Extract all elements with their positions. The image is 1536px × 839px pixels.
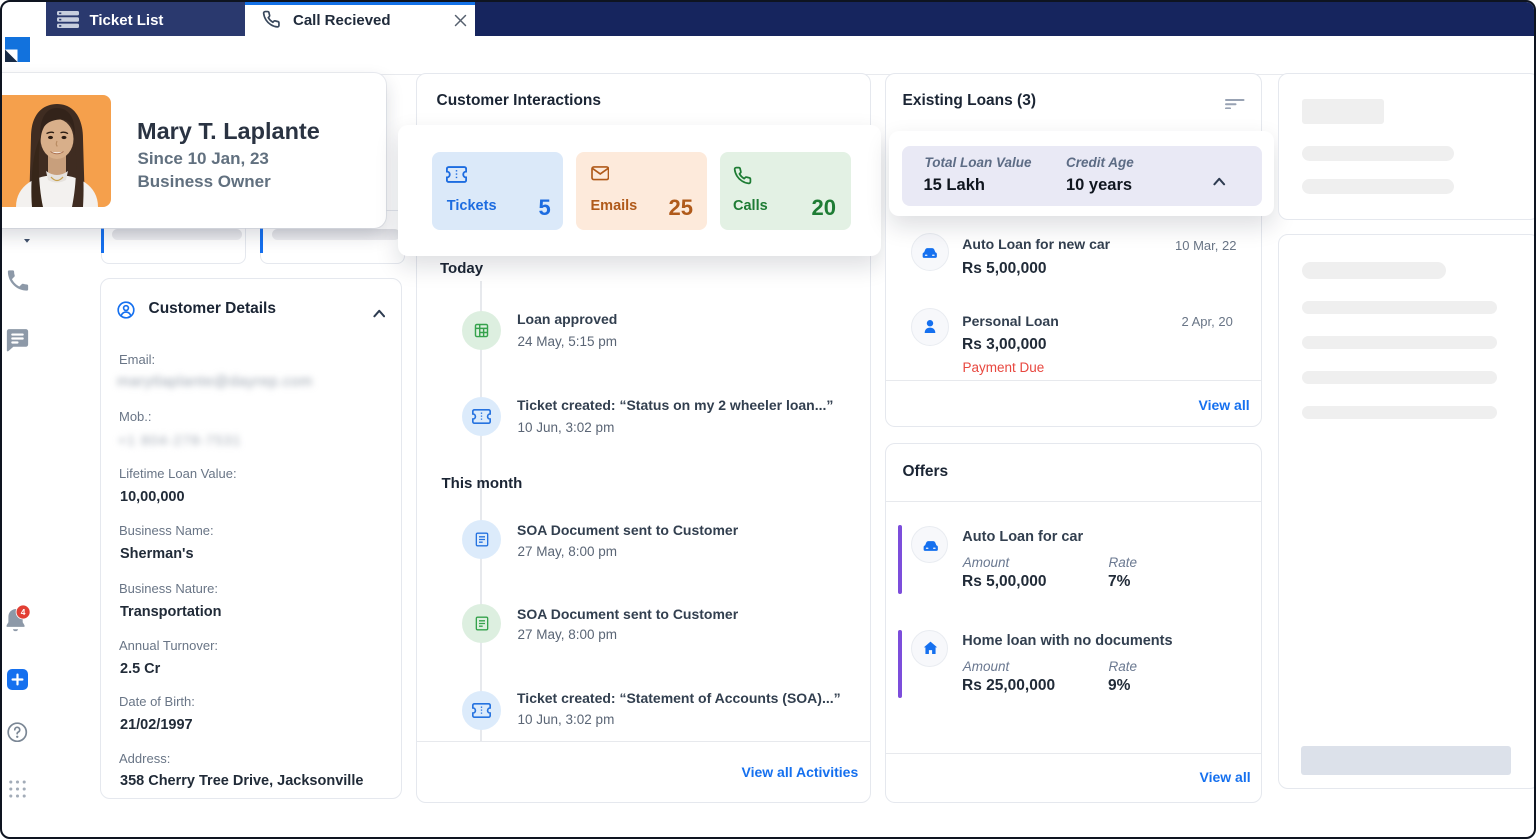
svg-text:4: 4 [21, 607, 26, 617]
